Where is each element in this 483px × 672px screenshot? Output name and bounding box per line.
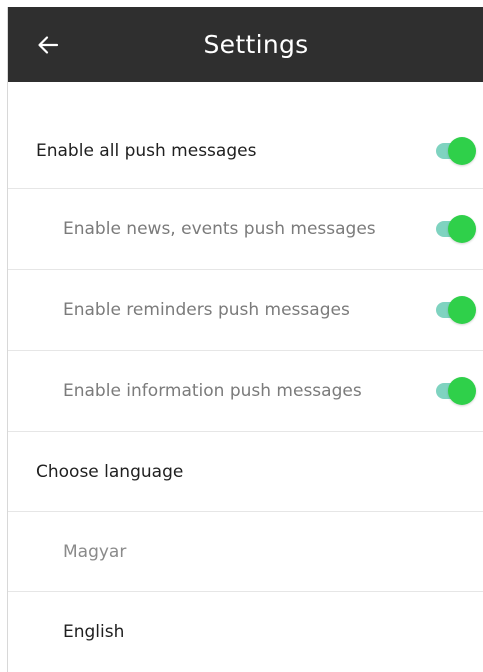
toggle-knob <box>448 136 476 165</box>
language-heading: Choose language <box>36 461 184 482</box>
setting-row-news-push: Enable news, events push messages <box>8 189 483 270</box>
setting-row-reminders-push: Enable reminders push messages <box>8 270 483 351</box>
setting-row-information-push: Enable information push messages <box>8 351 483 432</box>
setting-label-information-push: Enable information push messages <box>63 381 362 401</box>
language-option-label: Magyar <box>63 541 127 562</box>
toggle-news-push[interactable] <box>436 215 476 243</box>
setting-label-all-push: Enable all push messages <box>36 140 257 161</box>
setting-label-news-push: Enable news, events push messages <box>63 219 376 239</box>
setting-row-all-push: Enable all push messages <box>8 113 483 189</box>
setting-label-reminders-push: Enable reminders push messages <box>63 300 350 320</box>
app-header: Settings <box>8 7 483 82</box>
language-option-label: English <box>63 622 125 642</box>
toggle-reminders-push[interactable] <box>436 296 476 324</box>
toggle-knob <box>448 377 476 405</box>
toggle-knob <box>448 296 476 324</box>
language-option-magyar[interactable]: Magyar <box>8 512 483 592</box>
page-title: Settings <box>203 30 309 59</box>
toggle-knob <box>448 215 476 243</box>
language-section-heading: Choose language <box>8 432 483 512</box>
settings-screen: Settings Enable all push messages Enable… <box>7 7 483 672</box>
language-option-english[interactable]: English <box>8 592 483 672</box>
toggle-information-push[interactable] <box>436 377 476 405</box>
toggle-all-push[interactable] <box>436 136 476 165</box>
